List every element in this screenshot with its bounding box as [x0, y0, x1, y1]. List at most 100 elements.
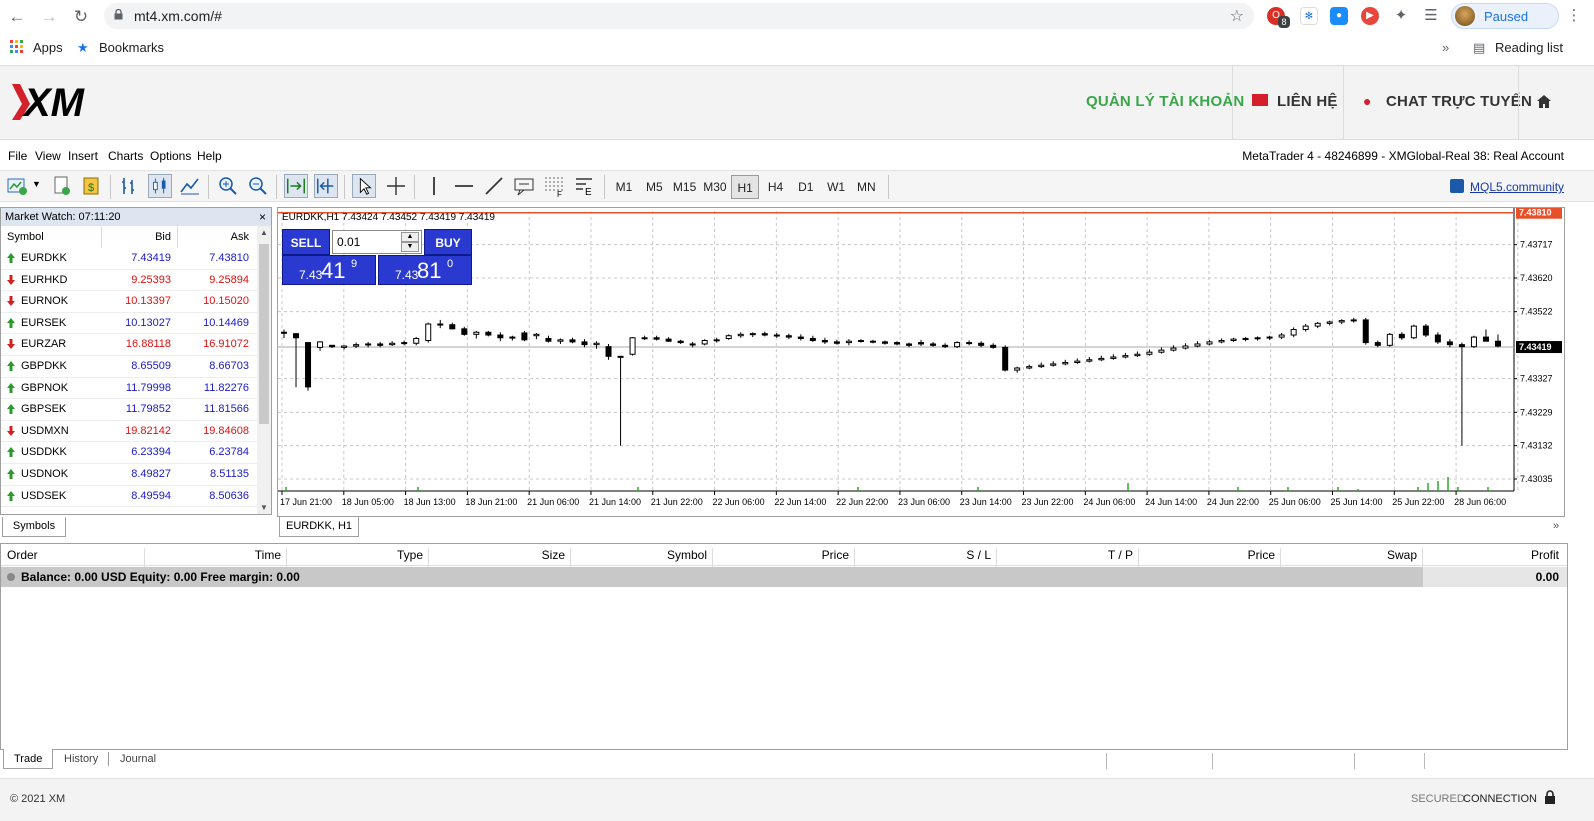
column-order[interactable]: Order — [7, 548, 38, 562]
market-watch-row[interactable]: USDDKK 6.23394 6.23784 — [1, 442, 257, 464]
objects-icon[interactable]: E — [572, 174, 596, 198]
market-watch-row[interactable]: EURNOK 10.13397 10.15020 — [1, 291, 257, 313]
column-time[interactable]: Time — [255, 548, 281, 562]
tabs-overflow-icon[interactable]: » — [1553, 520, 1559, 532]
autoscroll-icon[interactable] — [284, 174, 308, 198]
market-watch-row[interactable]: GBPDKK 8.65509 8.66703 — [1, 356, 257, 378]
chevron-down-icon[interactable]: ▼ — [32, 179, 41, 189]
back-icon[interactable]: ← — [6, 6, 28, 28]
line-chart-icon[interactable] — [178, 174, 202, 198]
column-t-p[interactable]: T / P — [1108, 548, 1133, 562]
new-chart-icon[interactable] — [6, 174, 30, 198]
puzzle-icon[interactable]: ✦ — [1392, 7, 1410, 25]
column-s-l[interactable]: S / L — [966, 548, 991, 562]
market-watch-row[interactable]: USDNOK 8.49827 8.51135 — [1, 464, 257, 486]
zoom-in-icon[interactable] — [216, 174, 240, 198]
market-watch-row[interactable]: EURZAR 16.88118 16.91072 — [1, 334, 257, 356]
nav-account-management[interactable]: QUẢN LÝ TÀI KHOẢN — [1086, 93, 1244, 110]
bar-chart-icon[interactable] — [118, 174, 142, 198]
market-watch-row[interactable]: EURSEK 10.13027 10.14469 — [1, 313, 257, 335]
sell-price[interactable]: 7.43 41 9 — [282, 255, 376, 285]
profiles-icon[interactable] — [50, 174, 74, 198]
scroll-thumb[interactable] — [259, 244, 269, 424]
vertical-line-icon[interactable] — [422, 174, 446, 198]
bookmark-bookmarks[interactable]: Bookmarks — [99, 40, 164, 55]
tab-chart-eurdkk[interactable]: EURDKK, H1 — [279, 517, 359, 537]
market-watch-row[interactable]: GBPSEK 11.79852 11.81566 — [1, 399, 257, 421]
timeframe-m5[interactable]: M5 — [640, 175, 668, 199]
market-watch-row[interactable]: EURHKD 9.25393 9.25894 — [1, 270, 257, 292]
column-price[interactable]: Price — [1248, 548, 1275, 562]
column-type[interactable]: Type — [397, 548, 423, 562]
market-watch-row[interactable]: GBPNOK 11.79998 11.82276 — [1, 378, 257, 400]
column-symbol[interactable]: Symbol — [667, 548, 707, 562]
column-price[interactable]: Price — [822, 548, 849, 562]
extension-icon-3[interactable]: ● — [1330, 7, 1348, 25]
lot-up-icon[interactable]: ▲ — [401, 232, 419, 242]
mql5-link[interactable]: MQL5.community — [1470, 180, 1564, 194]
nav-contact[interactable]: LIÊN HỆ — [1277, 93, 1338, 110]
extension-icon-4[interactable]: ▶ — [1361, 7, 1379, 25]
chart-shift-icon[interactable] — [314, 174, 338, 198]
address-bar[interactable]: mt4.xm.com/# ☆ — [104, 3, 1254, 29]
menu-help[interactable]: Help — [197, 149, 222, 163]
reading-list[interactable]: Reading list — [1495, 40, 1563, 55]
market-watch-row[interactable]: USDSEK 8.49594 8.50636 — [1, 486, 257, 508]
column-bid[interactable]: Bid — [155, 231, 171, 243]
menu-file[interactable]: File — [8, 149, 27, 163]
menu-charts[interactable]: Charts — [108, 149, 143, 163]
fibonacci-icon[interactable]: F — [542, 174, 566, 198]
scroll-down-icon[interactable]: ▼ — [260, 503, 268, 512]
timeframe-m30[interactable]: M30 — [701, 175, 729, 199]
column-swap[interactable]: Swap — [1387, 548, 1417, 562]
zoom-out-icon[interactable] — [246, 174, 270, 198]
bookmark-apps[interactable]: Apps — [33, 40, 63, 55]
market-watch-row[interactable]: USDMXN 19.82142 19.84608 — [1, 421, 257, 443]
forward-icon[interactable]: → — [38, 6, 60, 28]
column-ask[interactable]: Ask — [231, 231, 249, 243]
bookmarks-overflow-icon[interactable]: » — [1442, 40, 1449, 55]
timeframe-h4[interactable]: H4 — [762, 175, 790, 199]
xm-logo[interactable]: XM — [10, 80, 108, 122]
nav-live-chat[interactable]: CHAT TRỰC TUYẾN — [1386, 93, 1532, 110]
lot-size-input[interactable]: 0.01 ▲ ▼ — [332, 230, 422, 254]
tab-trade[interactable]: Trade — [3, 749, 54, 769]
menu-insert[interactable]: Insert — [68, 149, 98, 163]
timeframe-mn[interactable]: MN — [852, 175, 880, 199]
menu-options[interactable]: Options — [150, 149, 191, 163]
timeframe-h1[interactable]: H1 — [731, 175, 760, 199]
tab-history[interactable]: History — [54, 749, 108, 769]
column-profit[interactable]: Profit — [1531, 548, 1559, 562]
trendline-icon[interactable] — [482, 174, 506, 198]
buy-price[interactable]: 7.43 81 0 — [378, 255, 472, 285]
column-size[interactable]: Size — [542, 548, 565, 562]
timeframe-d1[interactable]: D1 — [792, 175, 820, 199]
sell-button[interactable]: SELL — [282, 229, 330, 255]
balance-row[interactable]: Balance: 0.00 USD Equity: 0.00 Free marg… — [1, 567, 1567, 587]
candlestick-icon[interactable] — [148, 174, 172, 198]
column-symbol[interactable]: Symbol — [7, 231, 44, 243]
buy-button[interactable]: BUY — [424, 229, 472, 255]
timeframe-w1[interactable]: W1 — [822, 175, 850, 199]
bookmark-star-icon[interactable]: ☆ — [1230, 6, 1244, 26]
text-label-icon[interactable] — [512, 174, 536, 198]
tab-journal[interactable]: Journal — [110, 749, 166, 769]
timeframe-m15[interactable]: M15 — [671, 175, 699, 199]
tab-symbols[interactable]: Symbols — [2, 517, 66, 537]
more-icon[interactable]: ⋮ — [1565, 7, 1583, 25]
reload-icon[interactable]: ↻ — [70, 6, 92, 28]
horizontal-line-icon[interactable] — [452, 174, 476, 198]
menu-view[interactable]: View — [35, 149, 61, 163]
close-icon[interactable]: × — [259, 210, 266, 224]
extension-icon-2[interactable]: ✻ — [1300, 7, 1318, 25]
home-icon[interactable] — [1537, 95, 1551, 108]
scroll-up-icon[interactable]: ▲ — [260, 228, 268, 237]
scrollbar[interactable]: ▲ ▼ — [257, 226, 271, 514]
cursor-icon[interactable] — [352, 174, 376, 198]
crosshair-icon[interactable] — [384, 174, 408, 198]
market-watch-icon[interactable]: $ — [80, 174, 104, 198]
timeframe-m1[interactable]: M1 — [610, 175, 638, 199]
profile-button[interactable]: Paused — [1451, 3, 1559, 29]
lot-down-icon[interactable]: ▼ — [401, 242, 419, 252]
market-watch-row[interactable]: EURDKK 7.43419 7.43810 — [1, 248, 257, 270]
